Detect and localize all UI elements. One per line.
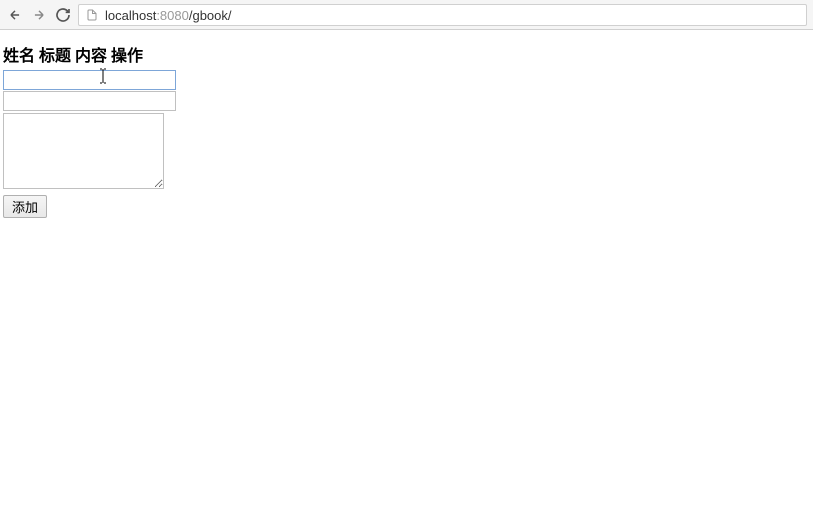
url-host: localhost — [105, 8, 156, 23]
forward-button[interactable] — [30, 6, 48, 24]
add-button[interactable]: 添加 — [3, 195, 47, 218]
header-content: 内容 — [75, 42, 107, 66]
header-name: 姓名 — [3, 42, 35, 66]
page-icon — [85, 8, 99, 22]
header-title: 标题 — [39, 42, 71, 66]
back-button[interactable] — [6, 6, 24, 24]
reload-button[interactable] — [54, 6, 72, 24]
url-text: localhost:8080/gbook/ — [105, 7, 232, 23]
name-input[interactable] — [3, 70, 176, 90]
url-path: /gbook/ — [189, 8, 232, 23]
url-port: :8080 — [156, 8, 189, 23]
header-action: 操作 — [111, 42, 143, 66]
address-bar[interactable]: localhost:8080/gbook/ — [78, 4, 807, 26]
content-textarea[interactable] — [3, 113, 164, 189]
browser-toolbar: localhost:8080/gbook/ — [0, 0, 813, 30]
title-input[interactable] — [3, 91, 176, 111]
page-content: 姓名 标题 内容 操作 添加 — [0, 30, 813, 221]
table-headers: 姓名 标题 内容 操作 — [3, 42, 810, 66]
